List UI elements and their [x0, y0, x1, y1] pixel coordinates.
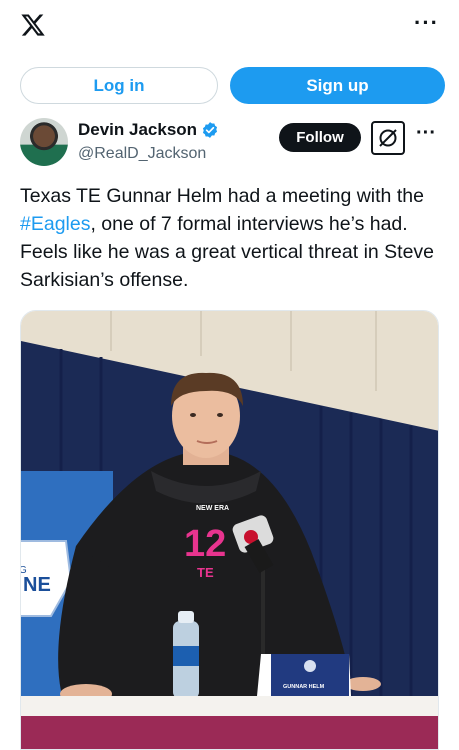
author-name-row: Devin Jackson — [78, 120, 219, 140]
shirt-logo-text: NEW ERA — [196, 505, 229, 512]
jersey-position: TE — [197, 565, 214, 580]
top-bar: ··· — [0, 0, 459, 54]
post-text: Texas TE Gunnar Helm had a meeting with … — [20, 182, 445, 294]
signup-button[interactable]: Sign up — [230, 67, 445, 104]
follow-button[interactable]: Follow — [279, 123, 361, 152]
post-author: Devin Jackson @RealD_Jackson Follow ··· — [20, 118, 445, 170]
author-handle[interactable]: @RealD_Jackson — [78, 145, 206, 163]
post-media-photo[interactable]: G NE NEW ERA 12 TE G — [20, 310, 439, 750]
more-options-icon[interactable]: ··· — [414, 10, 439, 36]
hashtag-link[interactable]: #Eagles — [20, 213, 90, 235]
author-display-name[interactable]: Devin Jackson — [78, 120, 197, 140]
jersey-number: 12 — [184, 523, 226, 565]
post-text-start: Texas TE Gunnar Helm had a meeting with … — [20, 185, 424, 207]
x-logo-icon[interactable] — [20, 12, 46, 38]
backdrop-text: NE — [23, 574, 51, 596]
nameplate-text: GUNNAR HELM — [283, 684, 325, 690]
verified-badge-icon — [203, 122, 218, 138]
avatar[interactable] — [20, 118, 68, 166]
login-button[interactable]: Log in — [20, 67, 218, 104]
auth-buttons: Log in Sign up — [20, 67, 445, 104]
post-more-options-icon[interactable]: ··· — [416, 122, 436, 145]
grok-icon[interactable] — [371, 121, 405, 155]
